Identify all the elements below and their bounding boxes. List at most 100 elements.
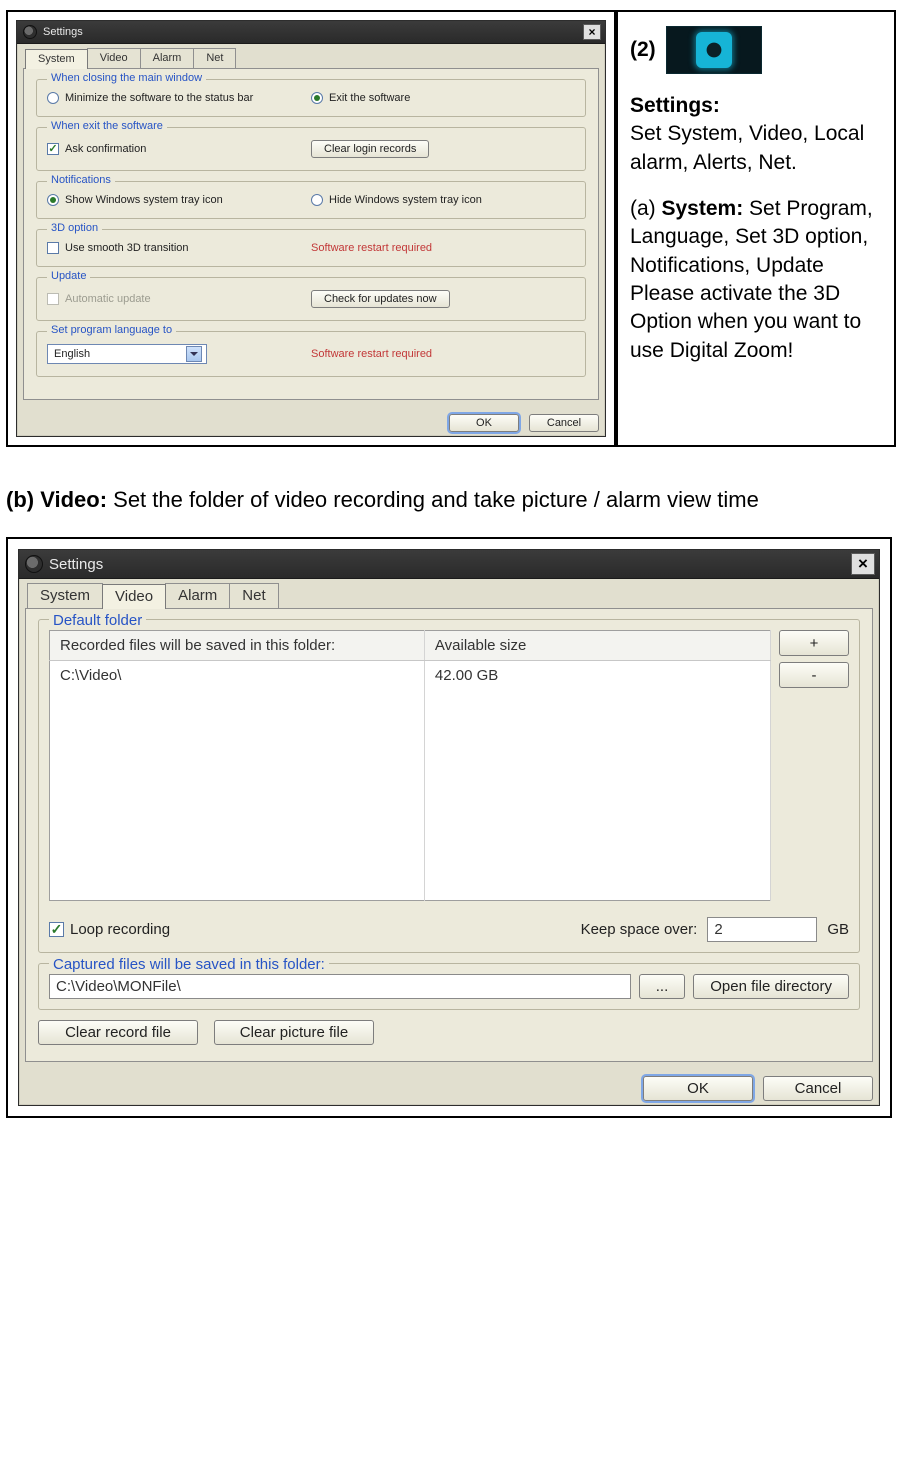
table-row[interactable]: C:\Video\ 42.00 GB — [50, 661, 771, 691]
group-3d-legend: 3D option — [47, 222, 102, 234]
opt-auto-update: Automatic update — [47, 291, 311, 307]
tab-video-label: Video — [115, 588, 153, 605]
cancel-label: Cancel — [547, 417, 581, 429]
settings-gear-thumb — [666, 26, 762, 74]
group-notif-legend: Notifications — [47, 174, 115, 186]
titlebar: Settings × — [19, 550, 879, 579]
gear-icon — [696, 32, 732, 68]
tab-net-label: Net — [206, 52, 223, 64]
group-notifications: Notifications Show Windows system tray i… — [36, 181, 586, 219]
language-value: English — [54, 348, 90, 360]
group-default-folder: Default folder Recorded files will be sa… — [38, 619, 860, 953]
tab-system[interactable]: System — [25, 49, 88, 69]
tab-net[interactable]: Net — [229, 583, 278, 608]
tab-system-label: System — [40, 587, 90, 604]
clear-picture-button[interactable]: Clear picture file — [214, 1020, 374, 1045]
opt-auto-update-label: Automatic update — [65, 293, 151, 305]
tab-net[interactable]: Net — [193, 48, 236, 68]
clear-picture-label: Clear picture file — [240, 1024, 348, 1041]
dialog-footer: OK Cancel — [17, 406, 605, 436]
tab-alarm-label: Alarm — [178, 587, 217, 604]
check-updates-button[interactable]: Check for updates now — [311, 290, 450, 308]
add-folder-button[interactable]: + — [779, 630, 849, 656]
group-captured-folder: Captured files will be saved in this fol… — [38, 963, 860, 1010]
tab-video-label: Video — [100, 52, 128, 64]
group-close-legend: When closing the main window — [47, 72, 206, 84]
remove-folder-button[interactable]: - — [779, 662, 849, 688]
opt-show-tray-label: Show Windows system tray icon — [65, 194, 223, 206]
titlebar: Settings × — [17, 21, 605, 44]
opt-smooth-3d[interactable]: Use smooth 3D transition — [47, 240, 311, 256]
checkbox-icon — [49, 922, 64, 937]
group-exit: When exit the software Ask confirmation … — [36, 127, 586, 171]
video-caption: (b) Video: Set the folder of video recor… — [6, 487, 924, 513]
opt-exit[interactable]: Exit the software — [311, 90, 575, 106]
tab-video[interactable]: Video — [102, 584, 166, 609]
cancel-button[interactable]: Cancel — [763, 1076, 873, 1101]
checkbox-icon — [47, 143, 59, 155]
radio-icon — [47, 194, 59, 206]
folder-table[interactable]: Recorded files will be saved in this fol… — [49, 630, 771, 901]
opt-ask-confirm[interactable]: Ask confirmation — [47, 141, 311, 157]
browse-button[interactable]: ... — [639, 974, 686, 999]
clear-record-button[interactable]: Clear record file — [38, 1020, 198, 1045]
cell-path: C:\Video\ — [50, 661, 425, 691]
table-empty-space — [50, 690, 771, 900]
clear-login-label: Clear login records — [324, 143, 416, 155]
cell-size: 42.00 GB — [424, 661, 770, 691]
table-header-row: Recorded files will be saved in this fol… — [50, 631, 771, 661]
settings-heading: Settings: — [630, 94, 720, 117]
close-button[interactable]: × — [583, 24, 601, 40]
check-updates-label: Check for updates now — [324, 293, 437, 305]
caption-b-rest: Set the folder of video recording and ta… — [107, 487, 759, 512]
tab-system[interactable]: System — [27, 583, 103, 608]
group-default-legend: Default folder — [49, 612, 146, 629]
group-close-window: When closing the main window Minimize th… — [36, 79, 586, 117]
app-icon — [25, 555, 43, 573]
caption-b-bold: (b) Video: — [6, 487, 107, 512]
keep-space-input[interactable]: 2 — [707, 917, 817, 942]
opt-show-tray[interactable]: Show Windows system tray icon — [47, 192, 311, 208]
restart-required-lang: Software restart required — [311, 348, 575, 360]
tab-alarm[interactable]: Alarm — [140, 48, 195, 68]
keep-space-unit: GB — [827, 921, 849, 938]
keep-space-label: Keep space over: — [581, 921, 698, 938]
loop-label: Loop recording — [70, 921, 170, 938]
group-update: Update Automatic update Check for update… — [36, 277, 586, 321]
app-icon — [23, 25, 37, 39]
keep-space-value: 2 — [714, 921, 722, 938]
tab-alarm[interactable]: Alarm — [165, 583, 230, 608]
tab-alarm-label: Alarm — [153, 52, 182, 64]
checkbox-icon — [47, 242, 59, 254]
sys-a: (a) — [630, 197, 662, 220]
ok-button[interactable]: OK — [643, 1076, 753, 1101]
item-number: (2) — [630, 36, 656, 64]
settings-window-video: Settings × System Video Alarm Net Defaul… — [18, 549, 880, 1106]
capture-path-value: C:\Video\MONFile\ — [56, 978, 181, 995]
open-directory-label: Open file directory — [710, 978, 832, 995]
group-exit-legend: When exit the software — [47, 120, 167, 132]
tab-video[interactable]: Video — [87, 48, 141, 68]
opt-hide-tray[interactable]: Hide Windows system tray icon — [311, 192, 575, 208]
radio-icon — [311, 194, 323, 206]
open-directory-button[interactable]: Open file directory — [693, 974, 849, 999]
opt-ask-confirm-label: Ask confirmation — [65, 143, 146, 155]
ok-button[interactable]: OK — [449, 414, 519, 432]
capture-path-input[interactable]: C:\Video\MONFile\ — [49, 974, 631, 999]
radio-icon — [47, 92, 59, 104]
language-select[interactable]: English — [47, 344, 207, 364]
ellipsis-icon: ... — [656, 978, 669, 995]
opt-hide-tray-label: Hide Windows system tray icon — [329, 194, 482, 206]
tabs: System Video Alarm Net — [17, 44, 605, 68]
settings-window-system: Settings × System Video Alarm Net When c… — [16, 20, 606, 437]
cancel-button[interactable]: Cancel — [529, 414, 599, 432]
chevron-down-icon — [186, 346, 202, 362]
clear-login-button[interactable]: Clear login records — [311, 140, 429, 158]
tab-net-label: Net — [242, 587, 265, 604]
window-title: Settings — [43, 26, 83, 38]
opt-loop-recording[interactable]: Loop recording — [49, 919, 581, 940]
opt-minimize[interactable]: Minimize the software to the status bar — [47, 90, 311, 106]
minus-icon: - — [812, 667, 817, 684]
close-button[interactable]: × — [851, 553, 875, 575]
dialog-footer: OK Cancel — [19, 1068, 879, 1105]
